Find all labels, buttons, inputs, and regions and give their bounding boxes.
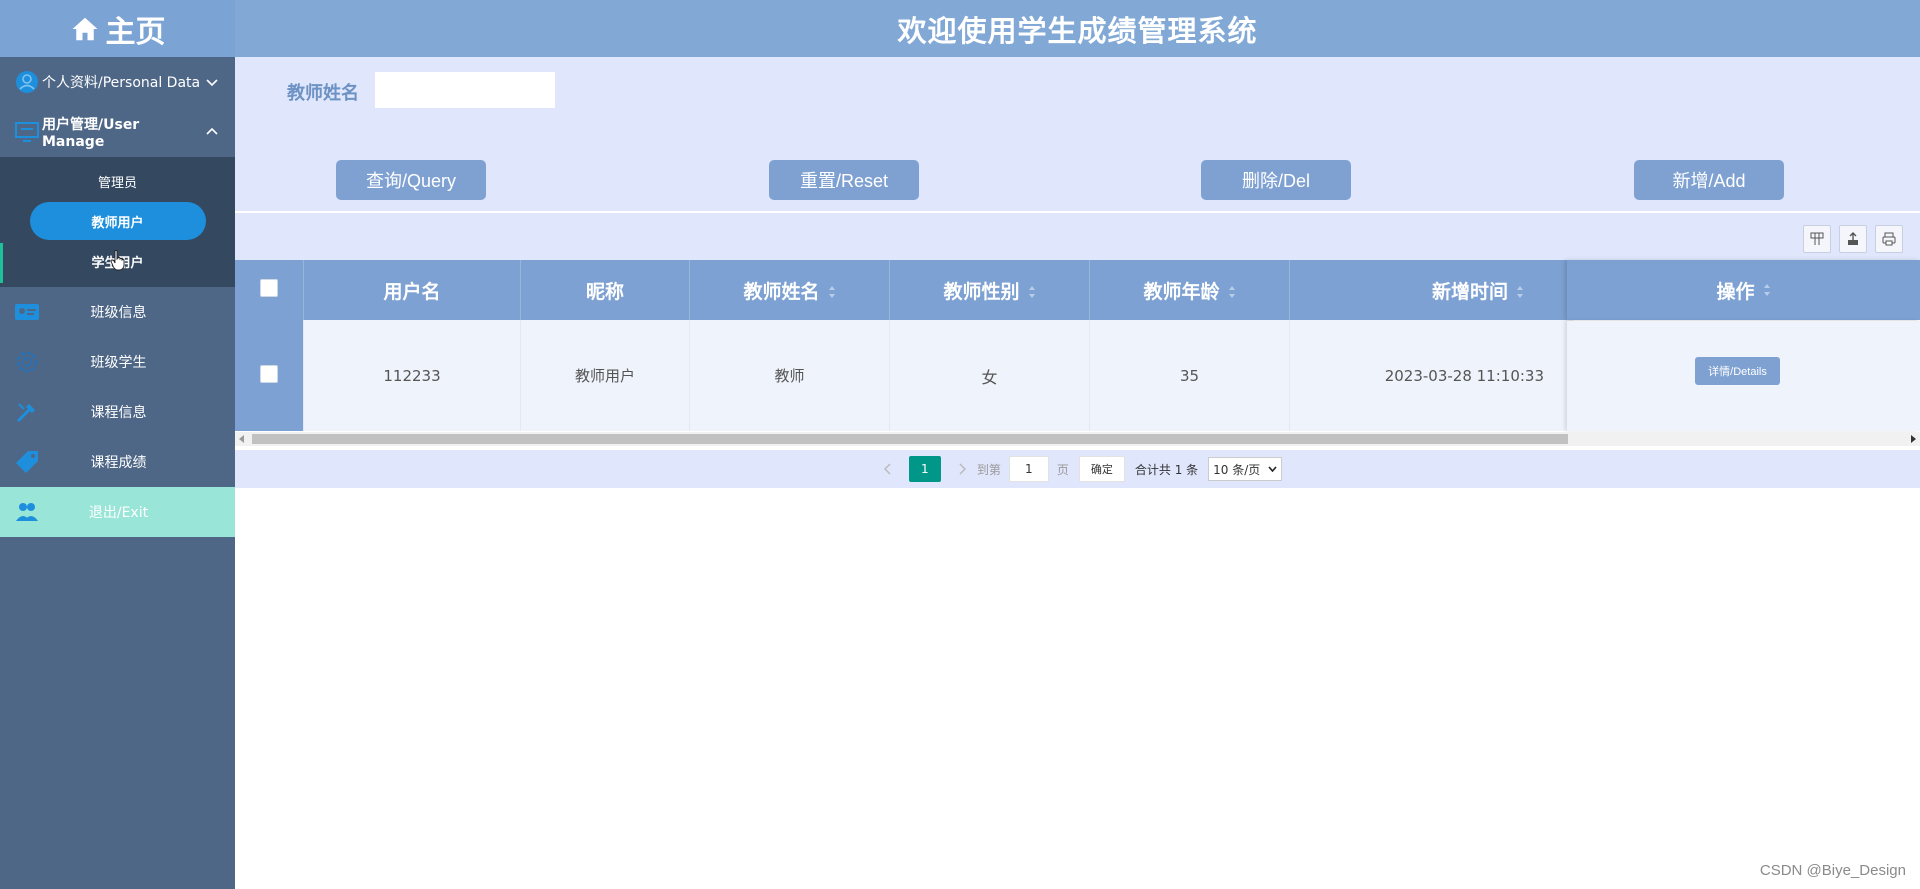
sidebar-item-label: 班级学生: [90, 355, 147, 371]
data-table: 用户名 昵称 教师姓名 教师性别 教师年龄 新增时间 112233 教师用户 教…: [235, 260, 1573, 431]
delete-button[interactable]: 删除/Del: [1201, 160, 1351, 200]
sort-icon[interactable]: [1516, 285, 1524, 299]
current-page[interactable]: 1: [908, 456, 941, 482]
cell-created-time: 2023-03-28 11:10:33: [1289, 320, 1573, 431]
cell-nickname: 教师用户: [520, 320, 690, 431]
column-header-actions[interactable]: 操作: [1567, 260, 1920, 320]
user-circle-icon: [14, 69, 40, 95]
chevron-down-icon: [206, 79, 218, 87]
tools-icon: [14, 399, 40, 425]
pagination: 1 到第 1 页 确定 合计共 1 条 10 条/页: [235, 450, 1920, 488]
monitor-icon: [14, 119, 40, 145]
sort-icon[interactable]: [1228, 285, 1236, 299]
sidebar-item-label: 班级信息: [90, 305, 147, 321]
sidebar-item-label: 课程成绩: [90, 455, 147, 471]
goto-page-input[interactable]: 1: [1008, 456, 1049, 482]
sort-icon[interactable]: [828, 285, 836, 299]
export-icon: [1848, 232, 1858, 245]
sort-icon[interactable]: [1763, 283, 1771, 297]
cell-actions: 详情/Details: [1567, 321, 1920, 431]
prev-page-icon[interactable]: [879, 460, 897, 478]
row-select-cell: [235, 320, 304, 431]
sort-icon[interactable]: [1028, 285, 1036, 299]
horizontal-scrollbar[interactable]: [235, 432, 1920, 446]
sidebar-item-course-info[interactable]: 课程信息: [0, 387, 235, 437]
goto-confirm-button[interactable]: 确定: [1078, 456, 1125, 482]
column-header-teacher-name[interactable]: 教师姓名: [689, 260, 890, 320]
columns-filter-button[interactable]: [1803, 225, 1831, 253]
total-count: 合计共 1 条: [1134, 462, 1199, 477]
chevron-down-icon: [1268, 466, 1277, 472]
search-panel: 教师姓名 查询/Query 重置/Reset 删除/Del 新增/Add: [235, 57, 1920, 211]
sidebar-title: 主页: [105, 14, 166, 50]
column-header-teacher-age[interactable]: 教师年龄: [1089, 260, 1290, 320]
column-header-username: 用户名: [303, 260, 521, 320]
id-card-icon: [14, 299, 40, 325]
sidebar: 主页 个人资料/Personal Data 用户管理/User Manage 管…: [0, 0, 235, 889]
scrollbar-thumb[interactable]: [252, 434, 1568, 444]
export-button[interactable]: [1839, 225, 1867, 253]
submenu-item-admin[interactable]: 管理员: [0, 161, 235, 201]
scroll-left-arrow-icon[interactable]: [239, 435, 244, 443]
page-size-select[interactable]: 10 条/页: [1208, 457, 1283, 481]
select-all-checkbox[interactable]: [260, 278, 278, 297]
cell-teacher-gender: 女: [889, 320, 1090, 431]
tag-icon: [14, 449, 40, 475]
page-unit-label: 页: [1056, 462, 1069, 477]
sidebar-item-label: 用户管理/User Manage: [42, 117, 140, 150]
column-header-created-time[interactable]: 新增时间: [1289, 260, 1573, 320]
submenu-item-student[interactable]: 学生用户: [0, 241, 235, 283]
data-table-wrapper: 用户名 昵称 教师姓名 教师性别 教师年龄 新增时间 112233 教师用户 教…: [235, 260, 1920, 448]
table-row[interactable]: 112233 教师用户 教师 女 35 2023-03-28 11:10:33: [235, 320, 1573, 431]
details-button[interactable]: 详情/Details: [1695, 357, 1780, 385]
sidebar-item-label: 个人资料/Personal Data: [42, 75, 201, 91]
watermark: CSDN @Biye_Design: [1759, 862, 1906, 879]
sidebar-item-personal-data[interactable]: 个人资料/Personal Data: [0, 57, 235, 107]
goto-label: 到第: [976, 462, 1001, 477]
cell-username: 112233: [303, 320, 521, 431]
row-checkbox[interactable]: [260, 364, 278, 383]
scroll-right-arrow-icon[interactable]: [1911, 435, 1916, 443]
submenu-label: 教师用户: [29, 202, 206, 240]
add-button[interactable]: 新增/Add: [1634, 160, 1784, 200]
sidebar-item-label: 课程信息: [90, 405, 147, 421]
sidebar-item-user-manage[interactable]: 用户管理/User Manage: [0, 107, 235, 157]
submenu-label: 管理员: [97, 175, 137, 191]
sidebar-item-class-info[interactable]: 班级信息: [0, 287, 235, 337]
reset-button[interactable]: 重置/Reset: [769, 160, 919, 200]
column-header-nickname: 昵称: [520, 260, 690, 320]
users-icon: [14, 499, 40, 525]
column-header-teacher-gender[interactable]: 教师性别: [889, 260, 1090, 320]
cell-teacher-name: 教师: [689, 320, 890, 431]
teacher-name-label: 教师姓名: [287, 83, 359, 104]
top-header: 欢迎使用学生成绩管理系统: [235, 0, 1920, 57]
gear-icon: [14, 349, 40, 375]
sidebar-item-label: 退出/Exit: [88, 505, 149, 521]
page-size-value: 10 条/页: [1213, 462, 1261, 477]
sidebar-item-exit[interactable]: 退出/Exit: [0, 487, 235, 537]
columns-icon: [1810, 232, 1824, 245]
chevron-up-icon: [206, 127, 218, 135]
table-toolbar: [235, 212, 1920, 261]
sidebar-item-course-grades[interactable]: 课程成绩: [0, 437, 235, 487]
sidebar-item-class-students[interactable]: 班级学生: [0, 337, 235, 387]
next-page-icon[interactable]: [953, 460, 971, 478]
query-button[interactable]: 查询/Query: [336, 160, 486, 200]
select-all-header: [235, 260, 304, 320]
print-icon: [1882, 232, 1896, 246]
page-title: 欢迎使用学生成绩管理系统: [897, 13, 1258, 48]
home-icon: [72, 17, 97, 40]
teacher-name-input[interactable]: [375, 72, 555, 108]
table-header-row: 用户名 昵称 教师姓名 教师性别 教师年龄 新增时间: [235, 260, 1573, 320]
cell-teacher-age: 35: [1089, 320, 1290, 431]
print-button[interactable]: [1875, 225, 1903, 253]
sidebar-header[interactable]: 主页: [0, 0, 235, 57]
user-manage-submenu: 管理员 教师用户 学生用户: [0, 157, 235, 287]
hand-cursor-icon: [110, 250, 125, 271]
submenu-item-teacher[interactable]: 教师用户: [0, 201, 235, 241]
